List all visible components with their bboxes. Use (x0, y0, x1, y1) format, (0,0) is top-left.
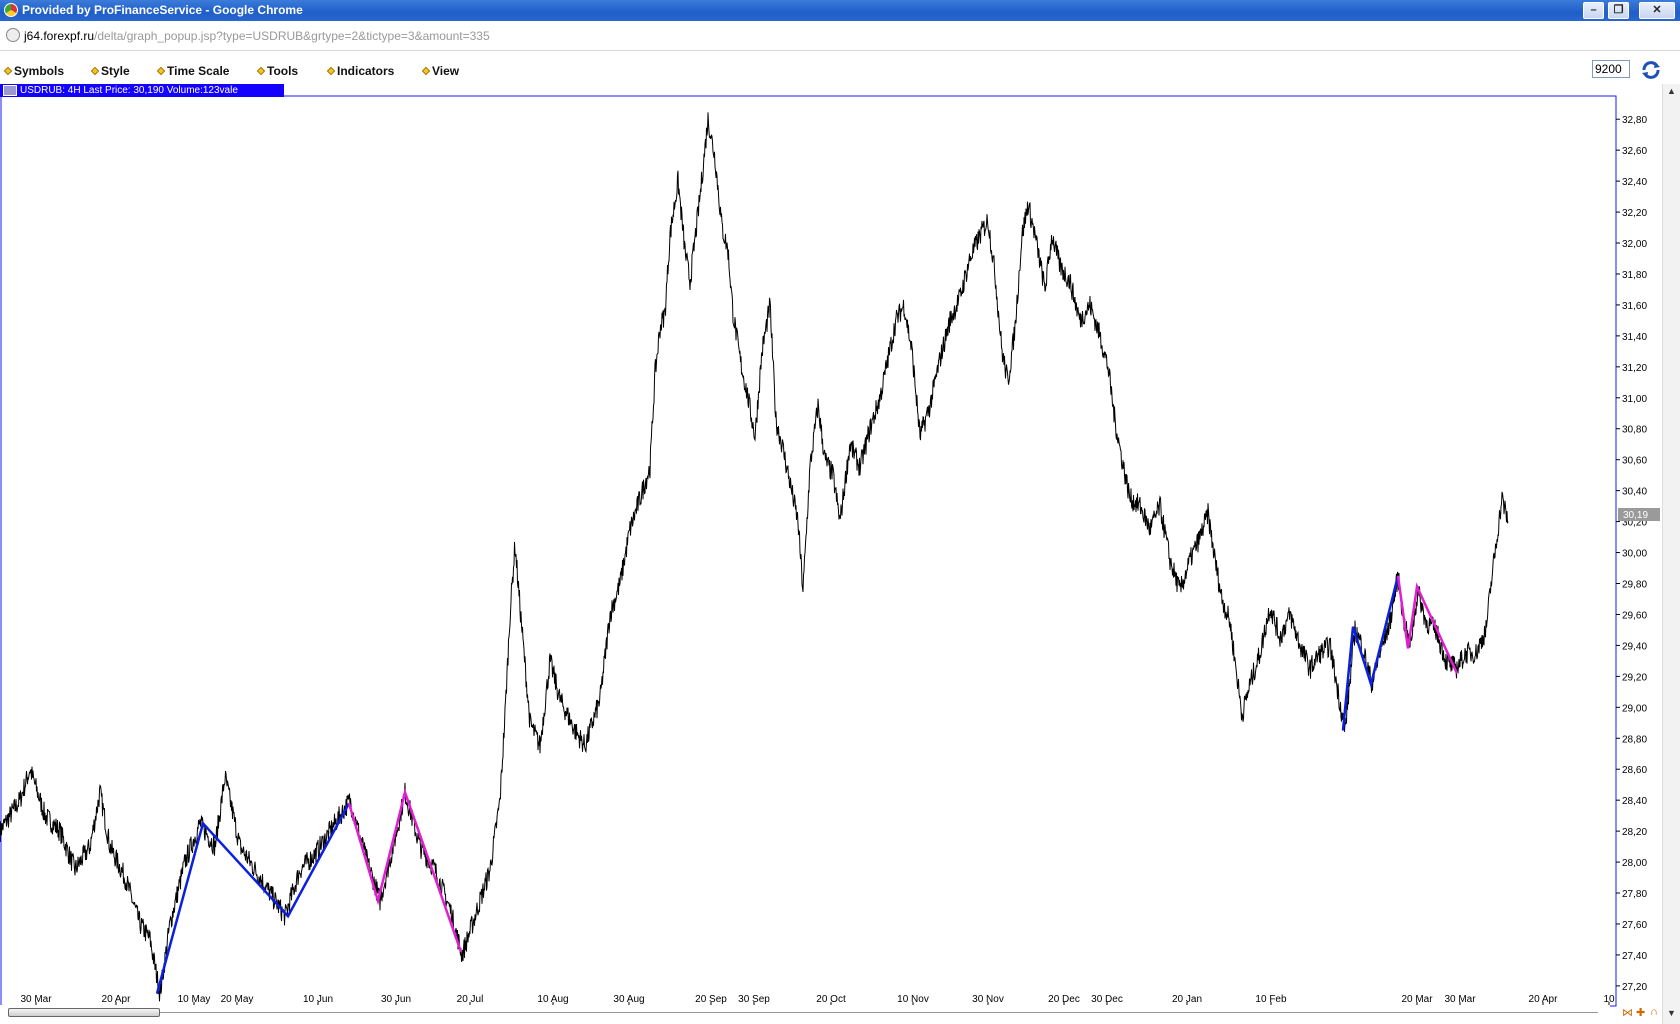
refresh-icon[interactable] (1640, 59, 1662, 81)
vertical-scrollbar[interactable]: ▲ ▼ (1662, 84, 1680, 1024)
y-tick-label: 32,60 (1622, 146, 1647, 157)
menu-tools[interactable]: Tools (256, 64, 298, 78)
y-tick-label: 29,00 (1622, 703, 1647, 714)
zoom-in-icon[interactable]: ✚ (1636, 1006, 1645, 1019)
y-tick-label: 31,40 (1622, 332, 1647, 343)
scroll-down-icon[interactable]: ▼ (1667, 1008, 1676, 1018)
last-price-label: 30,19 (1623, 510, 1648, 521)
y-tick-label: 31,80 (1622, 270, 1647, 281)
menu-indicators[interactable]: Indicators (326, 64, 394, 78)
x-tick-label: 10 Jun (303, 994, 333, 1005)
x-tick-label: 20 Apr (102, 994, 132, 1005)
x-tick-label: 10 Feb (1255, 994, 1287, 1005)
diamond-icon (156, 66, 166, 76)
info-text: USDRUB: 4H Last Price: 30,190 Volume:123… (20, 85, 238, 96)
y-tick-label: 30,80 (1622, 425, 1647, 436)
menu-time-scale[interactable]: Time Scale (156, 64, 229, 78)
diamond-icon (90, 66, 100, 76)
chart-menu-bar: Symbols Style Time Scale Tools Indicator… (0, 60, 1680, 82)
scroll-up-icon[interactable]: ▲ (1667, 86, 1676, 96)
address-host: j64.forexpf.ru (24, 29, 95, 43)
minimize-button[interactable]: – (1583, 2, 1604, 19)
zoom-lock-icon[interactable]: ∩ (1650, 1006, 1658, 1018)
x-tick-label: 20 Dec (1048, 994, 1080, 1005)
y-tick-label: 32,20 (1622, 208, 1647, 219)
y-tick-label: 28,60 (1622, 765, 1647, 776)
y-tick-label: 29,40 (1622, 641, 1647, 652)
y-tick-label: 29,20 (1622, 672, 1647, 683)
window-titlebar: Provided by ProFinanceService - Google C… (0, 0, 1680, 21)
y-axis-ticks: 27,20 27,40 27,60 27,80 28,00 28,20 28,40 28,60… (1616, 115, 1647, 993)
y-tick-label: 32,80 (1622, 115, 1647, 126)
y-tick-label: 29,60 (1622, 610, 1647, 621)
chart-info-bar: USDRUB: 4H Last Price: 30,190 Volume:123… (0, 84, 284, 97)
x-tick-label: 20 Sep (695, 994, 727, 1005)
menu-view[interactable]: View (421, 64, 459, 78)
y-tick-label: 29,80 (1622, 580, 1647, 591)
y-tick-label: 32,00 (1622, 239, 1647, 250)
x-tick-label: 20 Oct (816, 994, 846, 1005)
x-tick-label: 10 May (178, 994, 211, 1005)
scroll-track (8, 1012, 1598, 1013)
x-tick-label: 20 Jan (1172, 994, 1202, 1005)
window-title: Provided by ProFinanceService - Google C… (22, 3, 303, 17)
chart-box-icon[interactable] (3, 85, 17, 96)
page-info-icon[interactable] (6, 28, 20, 42)
menu-style[interactable]: Style (90, 64, 130, 78)
x-tick-label: 20 Jul (457, 994, 484, 1005)
chrome-icon (4, 3, 18, 17)
horizontal-scrollbar[interactable] (0, 1005, 1610, 1019)
y-tick-label: 30,00 (1622, 549, 1647, 560)
last-price-marker: 30,19 (1618, 508, 1660, 521)
y-tick-label: 27,60 (1622, 920, 1647, 931)
close-button[interactable]: ✕ (1639, 2, 1675, 19)
y-tick-label: 30,60 (1622, 456, 1647, 467)
x-tick-label: 30 Nov (972, 994, 1004, 1005)
restore-button[interactable]: ❐ (1608, 2, 1629, 19)
x-tick-label: 30 Dec (1091, 994, 1123, 1005)
diamond-icon (326, 66, 336, 76)
menu-symbols[interactable]: Symbols (3, 64, 64, 78)
y-tick-label: 30,40 (1622, 487, 1647, 498)
y-tick-label: 28,00 (1622, 858, 1647, 869)
address-path: /delta/graph_popup.jsp?type=USDRUB&grtyp… (94, 29, 490, 43)
y-tick-label: 31,00 (1622, 394, 1647, 405)
address-bar[interactable]: j64.forexpf.ru/delta/graph_popup.jsp?typ… (0, 21, 1680, 51)
diamond-icon (421, 66, 431, 76)
x-tick-label: 20 Apr (1529, 994, 1559, 1005)
x-tick-label: 30 Mar (20, 994, 52, 1005)
plot-frame (0, 95, 1617, 1007)
x-tick-label: 20 May (221, 994, 254, 1005)
y-tick-label: 27,20 (1622, 982, 1647, 993)
x-tick-label: 30 Mar (1444, 994, 1476, 1005)
address-url[interactable]: j64.forexpf.ru/delta/graph_popup.jsp?typ… (24, 29, 490, 43)
y-tick-label: 28,40 (1622, 796, 1647, 807)
y-tick-label: 27,40 (1622, 951, 1647, 962)
diamond-icon (3, 66, 13, 76)
x-tick-label: 30 Aug (613, 994, 644, 1005)
y-tick-label: 31,20 (1622, 363, 1647, 374)
y-tick-label: 27,80 (1622, 889, 1647, 900)
x-tick-label: 10 (1603, 994, 1615, 1005)
x-tick-label: 30 Sep (738, 994, 770, 1005)
scroll-thumb[interactable] (8, 1008, 160, 1017)
y-tick-label: 28,20 (1622, 827, 1647, 838)
x-tick-label: 10 Aug (537, 994, 568, 1005)
zoom-out-icon[interactable]: ⋈ (1622, 1006, 1633, 1019)
price-chart[interactable]: 27,20 27,40 27,60 27,80 28,00 28,20 28,40 28,60… (0, 84, 1662, 1020)
y-tick-label: 32,40 (1622, 177, 1647, 188)
x-tick-label: 30 Jun (381, 994, 411, 1005)
diamond-icon (256, 66, 266, 76)
amount-input[interactable] (1592, 60, 1630, 78)
x-tick-label: 10 Nov (897, 994, 929, 1005)
x-tick-label: 20 Mar (1401, 994, 1433, 1005)
y-tick-label: 28,80 (1622, 734, 1647, 745)
y-tick-label: 31,60 (1622, 301, 1647, 312)
